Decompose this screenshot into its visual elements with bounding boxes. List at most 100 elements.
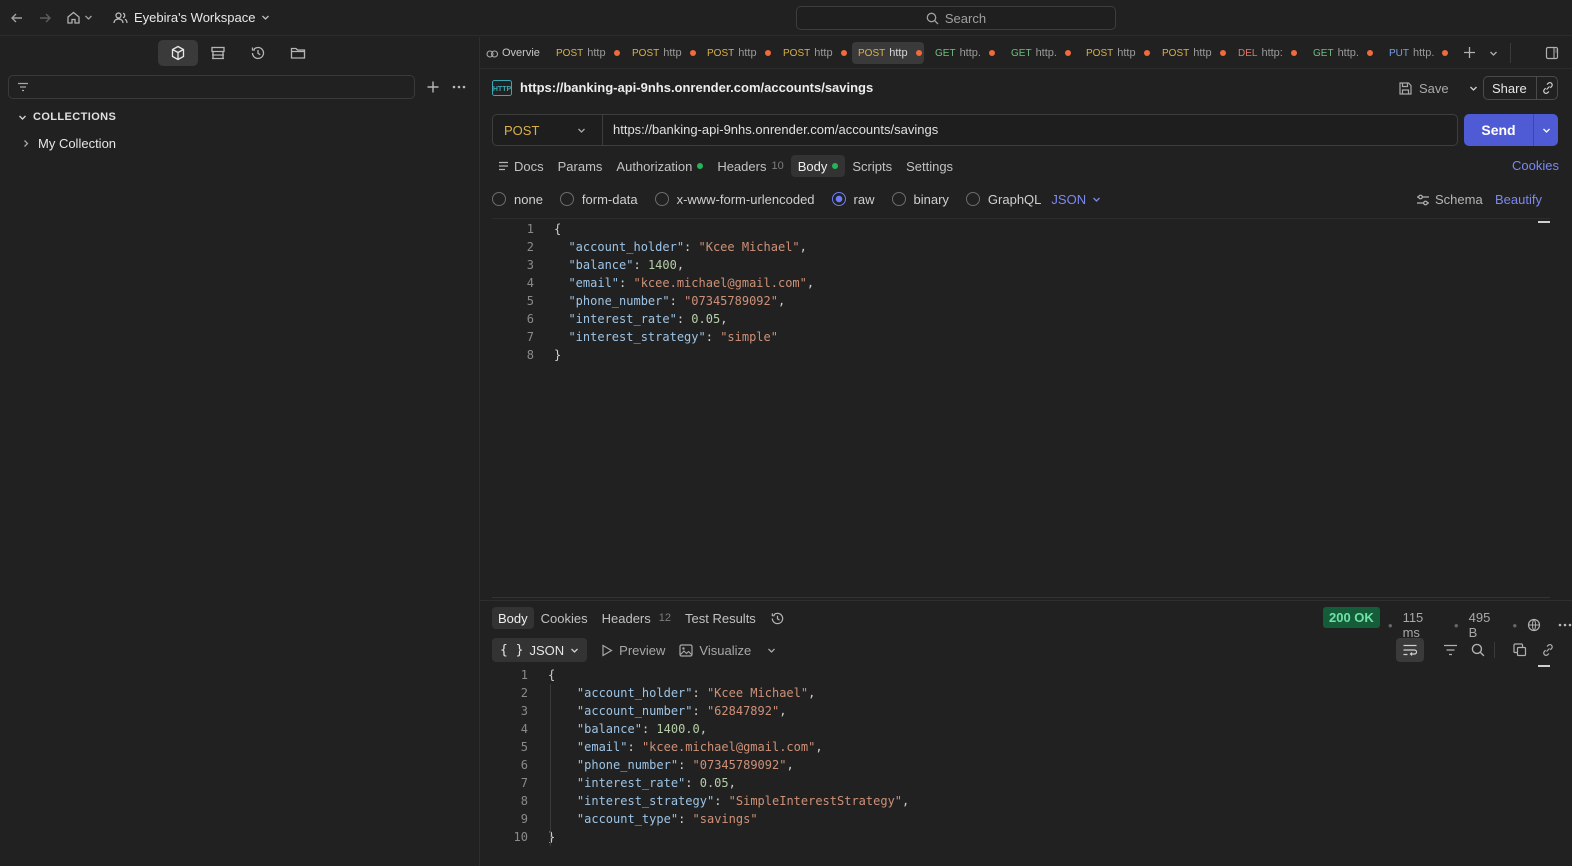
send-label[interactable]: Send bbox=[1464, 114, 1534, 146]
tab-response-cookies[interactable]: Cookies bbox=[534, 607, 595, 629]
code-line: "interest_strategy": "simple" bbox=[568, 330, 778, 344]
chevron-right-icon bbox=[22, 139, 30, 148]
scrollbar[interactable] bbox=[1538, 221, 1550, 223]
radio-graphql[interactable]: GraphQL bbox=[965, 192, 1041, 207]
cookies-link[interactable]: Cookies bbox=[1512, 158, 1559, 173]
new-tab-plus-icon[interactable] bbox=[1463, 46, 1476, 59]
save-button[interactable]: Save bbox=[1398, 78, 1478, 98]
tab-request[interactable]: GET http. bbox=[1307, 37, 1373, 69]
tab-settings[interactable]: Settings bbox=[899, 155, 960, 177]
tab-request[interactable]: POST http bbox=[777, 37, 847, 69]
save-icon bbox=[1398, 81, 1413, 96]
radio-form-data[interactable]: form-data bbox=[559, 192, 638, 207]
forward-arrow-icon[interactable] bbox=[38, 11, 52, 25]
chevron-down-icon bbox=[570, 646, 579, 655]
back-arrow-icon[interactable] bbox=[10, 11, 24, 25]
workspace-switcher[interactable]: Eyebira's Workspace bbox=[113, 10, 270, 25]
share-button[interactable]: Share bbox=[1483, 76, 1558, 100]
tab-scripts[interactable]: Scripts bbox=[845, 155, 899, 177]
chevron-down-icon bbox=[577, 126, 586, 135]
wrap-lines-icon[interactable] bbox=[1396, 638, 1424, 662]
users-icon bbox=[113, 11, 128, 25]
more-options-icon[interactable] bbox=[1558, 623, 1572, 627]
response-history-icon[interactable] bbox=[763, 607, 792, 629]
sidebar-item-my-collection[interactable]: My Collection bbox=[22, 136, 116, 151]
copy-link-icon[interactable] bbox=[1536, 77, 1555, 99]
tab-overview[interactable]: Overvie bbox=[480, 37, 542, 69]
tab-request[interactable]: POST http bbox=[701, 37, 771, 69]
tab-body[interactable]: Body bbox=[790, 155, 846, 177]
response-action-icons bbox=[1396, 638, 1562, 662]
body-type-selector: none form-data x-www-form-urlencoded raw… bbox=[492, 190, 1101, 208]
scrollbar[interactable] bbox=[1538, 665, 1550, 667]
history-icon[interactable] bbox=[238, 40, 278, 66]
visualize-button[interactable]: Visualize bbox=[679, 643, 776, 658]
raw-format-select[interactable]: JSON bbox=[1051, 192, 1101, 207]
tab-request[interactable]: POST http bbox=[1156, 37, 1226, 69]
method-select[interactable]: POST bbox=[493, 115, 603, 145]
response-body-viewer[interactable]: 1{ 2 "account_holder": "Kcee Michael", 3… bbox=[492, 664, 1550, 860]
radio-none[interactable]: none bbox=[492, 192, 543, 207]
network-globe-icon[interactable] bbox=[1527, 618, 1542, 633]
status-badge[interactable]: 200 OK bbox=[1323, 607, 1380, 628]
chevron-down-icon bbox=[18, 113, 27, 122]
global-search[interactable]: Search bbox=[796, 6, 1116, 30]
response-format-select[interactable]: { } JSON bbox=[492, 638, 588, 662]
sidebar-icon-bar bbox=[158, 40, 318, 66]
more-options-icon[interactable] bbox=[452, 85, 466, 89]
tab-request[interactable]: GET http. bbox=[929, 37, 995, 69]
right-panel-icon[interactable] bbox=[1545, 46, 1559, 60]
braces-icon: { } bbox=[500, 642, 524, 658]
radio-urlencoded[interactable]: x-www-form-urlencoded bbox=[654, 192, 815, 207]
response-time[interactable]: 115 ms bbox=[1403, 610, 1444, 640]
beautify-button[interactable]: Beautify bbox=[1495, 192, 1542, 207]
tab-headers[interactable]: Headers 10 bbox=[710, 155, 790, 177]
tab-request[interactable]: POST http bbox=[626, 37, 696, 69]
response-size[interactable]: 495 B bbox=[1469, 610, 1503, 640]
sliders-icon bbox=[1416, 194, 1430, 206]
tab-request[interactable]: GET http. bbox=[1005, 37, 1071, 69]
code-line: "balance": 1400.0, bbox=[576, 722, 707, 736]
folder-icon[interactable] bbox=[278, 40, 318, 66]
tab-divider bbox=[1510, 43, 1511, 63]
link-icon[interactable] bbox=[1534, 638, 1562, 662]
tab-request[interactable]: POST http bbox=[1080, 37, 1150, 69]
tab-response-headers[interactable]: Headers 12 bbox=[595, 607, 678, 629]
response-divider bbox=[480, 600, 1572, 601]
tab-params[interactable]: Params bbox=[551, 155, 610, 177]
radio-binary[interactable]: binary bbox=[891, 192, 949, 207]
tab-test-results[interactable]: Test Results bbox=[678, 607, 763, 629]
url-bar: POST https://banking-api-9nhs.onrender.c… bbox=[492, 114, 1458, 146]
chevron-down-icon[interactable] bbox=[1534, 126, 1558, 135]
request-tabs: Docs Params Authorization Headers 10 Body… bbox=[492, 155, 960, 177]
tab-list-chevron-icon[interactable] bbox=[1489, 49, 1498, 58]
tab-request[interactable]: POST http bbox=[550, 37, 620, 69]
collection-filter-input[interactable] bbox=[8, 75, 415, 99]
collections-section-header[interactable]: COLLECTIONS bbox=[18, 111, 116, 123]
request-title[interactable]: https://banking-api-9nhs.onrender.com/ac… bbox=[520, 80, 873, 95]
status-dot bbox=[697, 163, 704, 169]
tab-request[interactable]: PUT http. bbox=[1383, 37, 1449, 69]
filter-lines-icon[interactable] bbox=[1436, 638, 1464, 662]
schema-button[interactable]: Schema bbox=[1416, 192, 1483, 207]
chevron-down-icon[interactable] bbox=[1469, 84, 1478, 93]
search-icon[interactable] bbox=[1464, 638, 1492, 662]
send-button[interactable]: Send bbox=[1464, 114, 1558, 146]
tab-request-active[interactable]: POST http bbox=[852, 42, 924, 64]
tab-request[interactable]: DEL http: bbox=[1232, 37, 1297, 69]
home-button[interactable] bbox=[66, 10, 93, 25]
tab-docs[interactable]: Docs bbox=[492, 155, 551, 177]
search-icon bbox=[926, 12, 939, 25]
code-line: "phone_number": "07345789092", bbox=[576, 758, 794, 772]
preview-button[interactable]: Preview bbox=[601, 643, 665, 658]
radio-raw[interactable]: raw bbox=[831, 192, 875, 207]
add-collection-plus-icon[interactable] bbox=[426, 80, 440, 94]
url-input[interactable]: https://banking-api-9nhs.onrender.com/ac… bbox=[613, 122, 938, 137]
collections-icon[interactable] bbox=[158, 40, 198, 66]
code-line: "email": "kcee.michael@gmail.com", bbox=[576, 740, 823, 754]
copy-icon[interactable] bbox=[1506, 638, 1534, 662]
tab-authorization[interactable]: Authorization bbox=[609, 155, 710, 177]
indent-guide bbox=[550, 684, 551, 846]
tab-response-body[interactable]: Body bbox=[492, 607, 534, 629]
environments-icon[interactable] bbox=[198, 40, 238, 66]
